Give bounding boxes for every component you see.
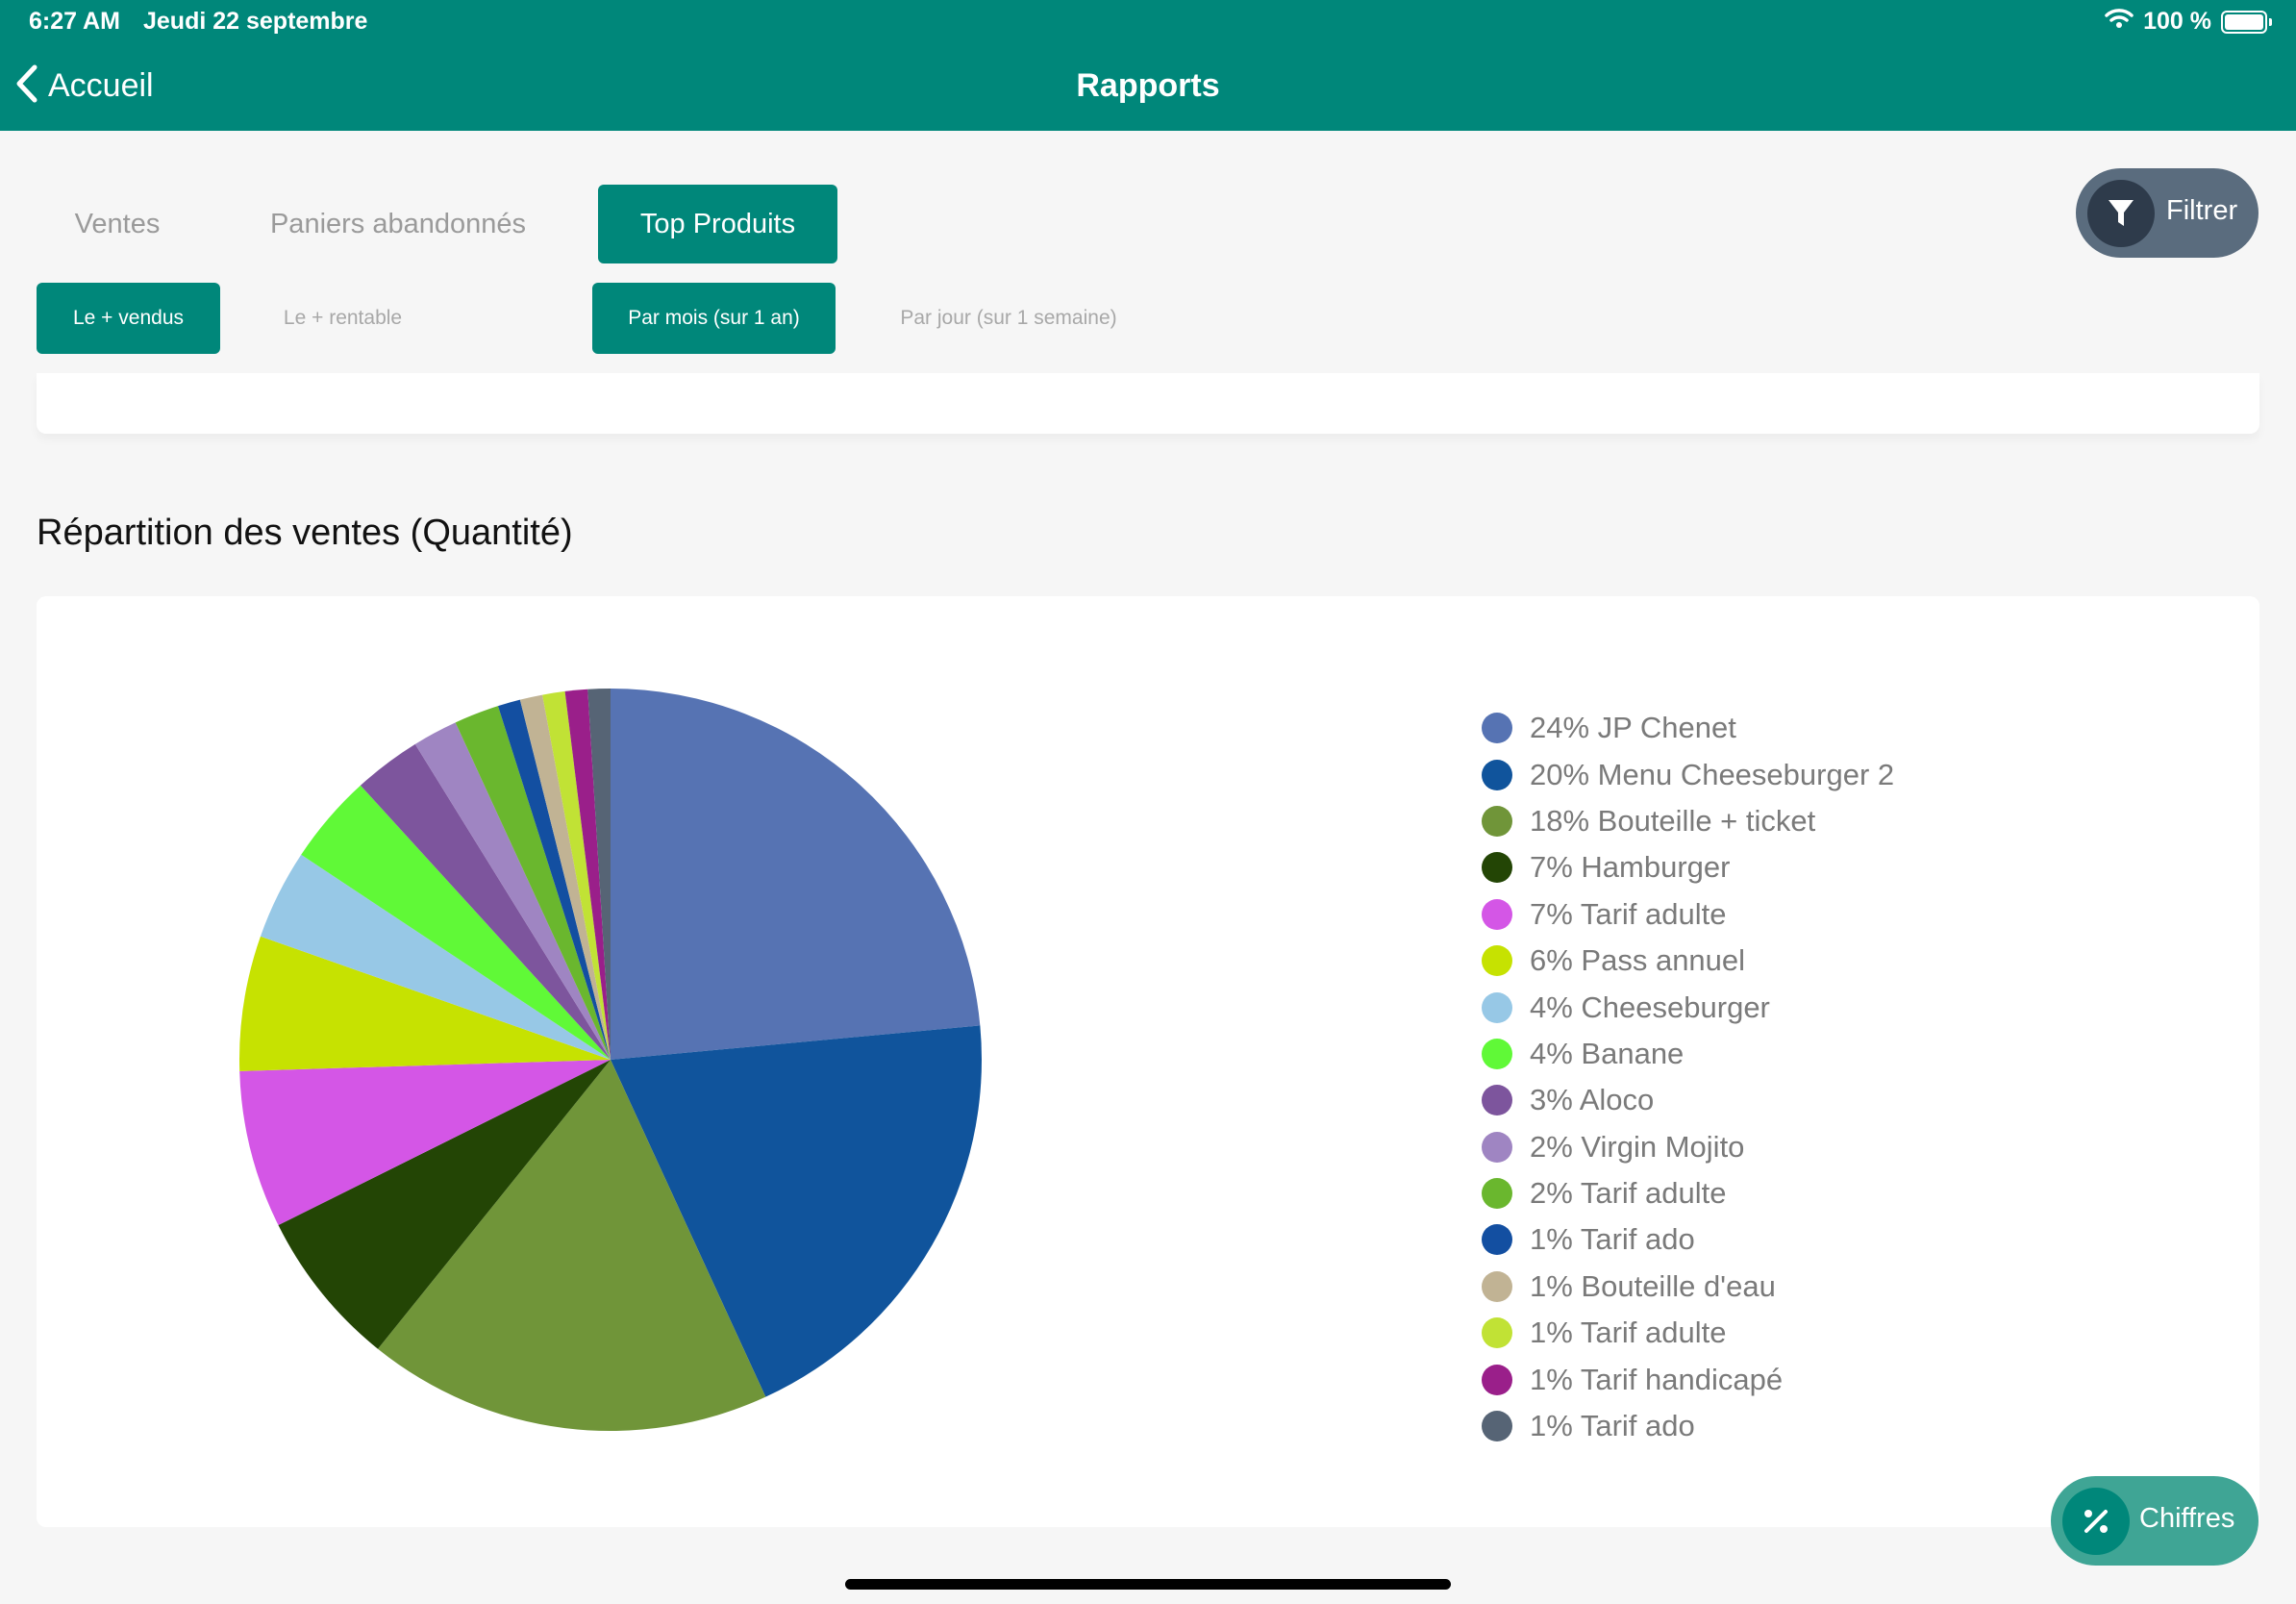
legend-item: 1% Tarif ado — [1482, 1403, 1894, 1449]
legend-swatch — [1482, 713, 1512, 744]
legend-swatch — [1482, 1131, 1512, 1163]
wifi-icon — [2105, 8, 2134, 36]
section-title: Répartition des ventes (Quantité) — [37, 513, 573, 553]
filter-button[interactable]: Filtrer — [2076, 168, 2259, 258]
legend-swatch — [1482, 759, 1512, 790]
legend-swatch — [1482, 991, 1512, 1023]
previous-chart-card — [37, 373, 2259, 434]
top-bar: 6:27 AM Jeudi 22 septembre 100 % Accueil… — [0, 0, 2296, 131]
legend-label: 1% Bouteille d'eau — [1530, 1268, 1776, 1303]
legend-item: 1% Tarif ado — [1482, 1216, 1894, 1263]
legend-swatch — [1482, 1038, 1512, 1069]
legend-swatch — [1482, 1317, 1512, 1349]
legend-swatch — [1482, 1270, 1512, 1302]
legend-item: 24% JP Chenet — [1482, 705, 1894, 751]
tab-ventes[interactable]: Ventes — [37, 185, 198, 263]
subtab-par-jour[interactable]: Par jour (sur 1 semaine) — [864, 283, 1153, 354]
legend-item: 18% Bouteille + ticket — [1482, 798, 1894, 844]
legend-label: 7% Hamburger — [1530, 850, 1731, 885]
legend-label: 1% Tarif handicapé — [1530, 1362, 1784, 1396]
filter-label: Filtrer — [2166, 195, 2238, 226]
legend-label: 24% JP Chenet — [1530, 711, 1736, 745]
legend-item: 3% Aloco — [1482, 1077, 1894, 1123]
legend-swatch — [1482, 852, 1512, 884]
legend-label: 2% Virgin Mojito — [1530, 1129, 1745, 1164]
legend-label: 1% Tarif ado — [1530, 1222, 1695, 1257]
percent-icon — [2062, 1488, 2130, 1555]
legend-label: 1% Tarif adulte — [1530, 1316, 1727, 1350]
pie-slice — [611, 689, 981, 1060]
legend-item: 2% Virgin Mojito — [1482, 1124, 1894, 1170]
legend-item: 2% Tarif adulte — [1482, 1170, 1894, 1216]
legend-swatch — [1482, 1224, 1512, 1256]
tab-paniers-abandonnes[interactable]: Paniers abandonnés — [227, 185, 569, 263]
legend-label: 18% Bouteille + ticket — [1530, 803, 1816, 838]
home-indicator — [845, 1579, 1451, 1590]
legend-swatch — [1482, 805, 1512, 837]
legend-label: 4% Banane — [1530, 1036, 1685, 1070]
battery-icon — [2221, 10, 2272, 34]
legend-swatch — [1482, 898, 1512, 930]
legend-item: 1% Bouteille d'eau — [1482, 1264, 1894, 1310]
legend-label: 1% Tarif ado — [1530, 1409, 1695, 1443]
legend-swatch — [1482, 945, 1512, 977]
status-time: 6:27 AM — [29, 8, 120, 35]
legend-swatch — [1482, 1411, 1512, 1442]
legend-item: 4% Banane — [1482, 1031, 1894, 1077]
legend-item: 7% Tarif adulte — [1482, 891, 1894, 938]
tab-top-produits[interactable]: Top Produits — [598, 185, 837, 263]
legend-item: 1% Tarif adulte — [1482, 1310, 1894, 1356]
legend-item: 7% Hamburger — [1482, 844, 1894, 890]
legend-swatch — [1482, 1085, 1512, 1116]
subtab-le-plus-vendus[interactable]: Le + vendus — [37, 283, 220, 354]
filter-icon — [2087, 180, 2155, 247]
chiffres-button[interactable]: Chiffres — [2051, 1476, 2259, 1566]
subtab-par-mois[interactable]: Par mois (sur 1 an) — [592, 283, 836, 354]
legend-item: 4% Cheeseburger — [1482, 984, 1894, 1030]
legend-label: 2% Tarif adulte — [1530, 1176, 1727, 1211]
chiffres-label: Chiffres — [2139, 1503, 2235, 1534]
legend-item: 1% Tarif handicapé — [1482, 1356, 1894, 1402]
battery-label: 100 % — [2143, 8, 2211, 35]
legend-item: 20% Menu Cheeseburger 2 — [1482, 751, 1894, 797]
legend-label: 3% Aloco — [1530, 1083, 1655, 1117]
page-title: Rapports — [1076, 67, 1220, 104]
legend-swatch — [1482, 1364, 1512, 1395]
legend-swatch — [1482, 1178, 1512, 1210]
status-indicators: 100 % — [2105, 8, 2272, 36]
pie-chart — [239, 689, 982, 1431]
legend-item: 6% Pass annuel — [1482, 938, 1894, 984]
legend-label: 20% Menu Cheeseburger 2 — [1530, 757, 1895, 791]
legend-label: 4% Cheeseburger — [1530, 990, 1770, 1024]
chart-legend: 24% JP Chenet 20% Menu Cheeseburger 2 18% … — [1482, 705, 1894, 1449]
subtab-le-plus-rentable[interactable]: Le + rentable — [249, 283, 437, 354]
legend-label: 7% Tarif adulte — [1530, 896, 1727, 931]
status-date: Jeudi 22 septembre — [143, 8, 368, 35]
legend-label: 6% Pass annuel — [1530, 943, 1746, 978]
